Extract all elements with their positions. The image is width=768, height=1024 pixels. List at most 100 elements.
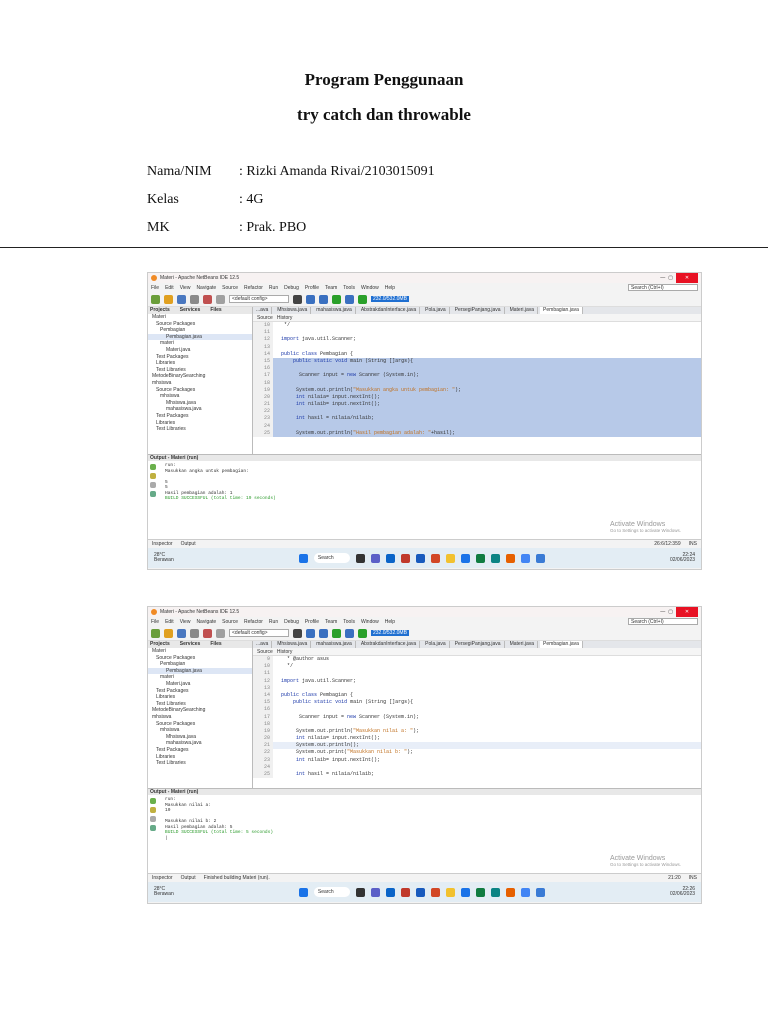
taskbar-app-icon[interactable] xyxy=(505,887,515,897)
tab-projects[interactable]: Projects xyxy=(150,641,170,648)
menu-edit[interactable]: Edit xyxy=(165,619,174,625)
code-area[interactable]: 10 */11 12 import java.util.Scanner; 13 14 pu… xyxy=(253,322,701,454)
tree-item[interactable]: Mhsiswa.java xyxy=(148,734,252,741)
new-project-icon[interactable] xyxy=(151,294,160,304)
tree-item[interactable]: Source Packages xyxy=(148,321,252,328)
taskbar-app-icon[interactable] xyxy=(445,887,455,897)
tree-item[interactable]: Mhsiswa.java xyxy=(148,400,252,407)
menu-debug[interactable]: Debug xyxy=(284,285,299,291)
taskbar-app-icon[interactable] xyxy=(460,887,470,897)
undo-icon[interactable] xyxy=(203,294,212,304)
tree-item[interactable]: Source Packages xyxy=(148,721,252,728)
stop-icon[interactable] xyxy=(150,482,156,488)
taskbar-app-icon[interactable] xyxy=(490,553,500,563)
file-tab[interactable]: AbstrakdanInterface.java xyxy=(358,307,421,314)
rerun-icon[interactable] xyxy=(150,798,156,804)
tree-item[interactable]: mahasiswa.java xyxy=(148,406,252,413)
config-select[interactable]: <default config> xyxy=(229,295,289,303)
undo-icon[interactable] xyxy=(203,628,212,638)
taskbar-app-icon[interactable] xyxy=(490,887,500,897)
minimize-button[interactable]: — xyxy=(660,275,665,281)
tree-item[interactable]: Pembagian xyxy=(148,661,252,668)
menu-refactor[interactable]: Refactor xyxy=(244,285,263,291)
save-all-icon[interactable] xyxy=(190,294,199,304)
tab-history[interactable]: History xyxy=(277,649,293,655)
menu-refactor[interactable]: Refactor xyxy=(244,619,263,625)
file-tab[interactable]: Materi.java xyxy=(507,641,539,648)
tab-services[interactable]: Services xyxy=(180,641,201,648)
tree-item[interactable]: Materi xyxy=(148,648,252,655)
close-button[interactable]: ✕ xyxy=(676,607,698,617)
build-icon[interactable] xyxy=(319,628,328,638)
file-tab[interactable]: PersegiPanjang.java xyxy=(452,641,505,648)
file-tab[interactable]: Mhsiswa.java xyxy=(274,641,312,648)
tree-item[interactable]: Pembagian.java xyxy=(148,333,252,341)
clean-icon[interactable] xyxy=(306,628,315,638)
tab-source[interactable]: Source xyxy=(257,649,273,655)
taskbar-app-icon[interactable] xyxy=(415,887,425,897)
clean-icon[interactable] xyxy=(306,294,315,304)
save-icon[interactable] xyxy=(177,294,186,304)
menu-tools[interactable]: Tools xyxy=(343,619,355,625)
tree-item[interactable]: Source Packages xyxy=(148,387,252,394)
taskbar-app-icon[interactable] xyxy=(370,887,380,897)
settings-icon[interactable] xyxy=(150,491,156,497)
search-input[interactable]: Search (Ctrl+I) xyxy=(628,284,698,291)
weather-widget[interactable]: 28°C Berawan xyxy=(154,887,174,897)
taskbar-app-icon[interactable] xyxy=(535,887,545,897)
file-tab[interactable]: ...ava xyxy=(253,307,273,314)
tree-item[interactable]: MetodeBinarySearching xyxy=(148,707,252,714)
tree-item[interactable]: Materi.java xyxy=(148,347,252,354)
menu-source[interactable]: Source xyxy=(222,285,238,291)
redo-icon[interactable] xyxy=(216,628,225,638)
menu-view[interactable]: View xyxy=(180,285,191,291)
tab-history[interactable]: History xyxy=(277,315,293,321)
taskbar-app-icon[interactable] xyxy=(475,553,485,563)
file-tab[interactable]: AbstrakdanInterface.java xyxy=(358,641,421,648)
tab-inspector[interactable]: Inspector xyxy=(152,875,173,881)
file-tab[interactable]: PersegiPanjang.java xyxy=(452,307,505,314)
start-icon[interactable] xyxy=(298,887,308,897)
taskbar-app-icon[interactable] xyxy=(535,553,545,563)
minimize-button[interactable]: — xyxy=(660,609,665,615)
tree-item[interactable]: mhsiswa xyxy=(148,380,252,387)
tree-item[interactable]: Test Packages xyxy=(148,354,252,361)
maximize-button[interactable]: ▢ xyxy=(668,609,673,615)
menu-debug[interactable]: Debug xyxy=(284,619,299,625)
open-project-icon[interactable] xyxy=(164,294,173,304)
redo-icon[interactable] xyxy=(216,294,225,304)
debug-icon[interactable] xyxy=(345,628,354,638)
tree-item[interactable]: mhsiswa xyxy=(148,714,252,721)
tree-item[interactable]: Materi xyxy=(148,314,252,321)
start-icon[interactable] xyxy=(298,553,308,563)
profile-icon[interactable] xyxy=(358,628,367,638)
file-tab[interactable]: mahasiswa.java xyxy=(313,307,356,314)
tree-item[interactable]: Materi.java xyxy=(148,681,252,688)
search-input[interactable]: Search (Ctrl+I) xyxy=(628,618,698,625)
settings-icon[interactable] xyxy=(150,825,156,831)
file-tab[interactable]: Pembagian.java xyxy=(540,307,583,314)
tree-item[interactable]: mhsiswa xyxy=(148,393,252,400)
menu-view[interactable]: View xyxy=(180,619,191,625)
open-project-icon[interactable] xyxy=(164,628,173,638)
menu-tools[interactable]: Tools xyxy=(343,285,355,291)
menu-profile[interactable]: Profile xyxy=(305,285,319,291)
file-tab[interactable]: Pola.java xyxy=(422,307,450,314)
taskbar-search[interactable]: Search xyxy=(313,553,350,563)
tree-item[interactable]: Libraries xyxy=(148,754,252,761)
menu-team[interactable]: Team xyxy=(325,285,337,291)
menu-window[interactable]: Window xyxy=(361,285,379,291)
taskbar-app-icon[interactable] xyxy=(445,553,455,563)
tab-services[interactable]: Services xyxy=(180,307,201,314)
tab-output[interactable]: Output xyxy=(181,875,196,881)
taskbar-app-icon[interactable] xyxy=(355,887,365,897)
taskbar-app-icon[interactable] xyxy=(385,553,395,563)
rerun-icon[interactable] xyxy=(150,464,156,470)
menu-help[interactable]: Help xyxy=(385,619,395,625)
menu-window[interactable]: Window xyxy=(361,619,379,625)
profile-icon[interactable] xyxy=(358,294,367,304)
rerun-args-icon[interactable] xyxy=(150,473,156,479)
stop-icon[interactable] xyxy=(150,816,156,822)
build-icon[interactable] xyxy=(319,294,328,304)
menu-run[interactable]: Run xyxy=(269,619,278,625)
